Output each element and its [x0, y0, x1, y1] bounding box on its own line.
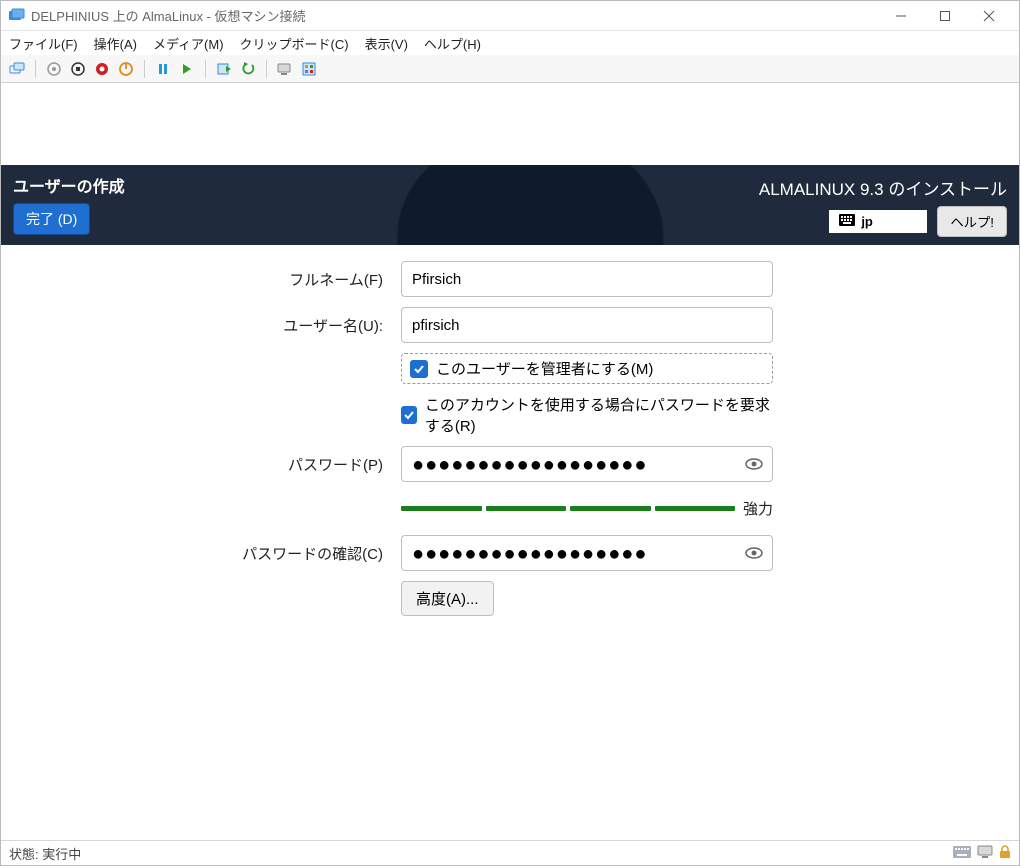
menu-file[interactable]: ファイル(F) — [9, 34, 78, 53]
close-button[interactable] — [967, 1, 1011, 31]
menu-help[interactable]: ヘルプ(H) — [424, 34, 481, 53]
require-password-label: このアカウントを使用する場合にパスワードを要求する(R) — [425, 394, 773, 436]
status-text: 状態: 実行中 — [9, 844, 81, 863]
reveal-confirm-password-icon[interactable] — [743, 542, 765, 564]
lock-tray-icon — [999, 845, 1011, 862]
toolbar-separator — [205, 60, 206, 78]
status-tray — [953, 845, 1011, 862]
shutdown-button[interactable] — [92, 59, 112, 79]
keyboard-layout-label: jp — [861, 214, 873, 229]
make-admin-label: このユーザーを管理者にする(M) — [436, 358, 653, 379]
toolbar-separator — [35, 60, 36, 78]
window-title: DELPHINIUS 上の AlmaLinux - 仮想マシン接続 — [31, 6, 306, 25]
password-input[interactable]: ●●●●●●●●●●●●●●●●●● — [401, 446, 773, 482]
confirm-password-input[interactable]: ●●●●●●●●●●●●●●●●●● — [401, 535, 773, 571]
keyboard-layout-indicator[interactable]: jp — [829, 210, 927, 233]
statusbar: 状態: 実行中 — [1, 840, 1019, 865]
start-button[interactable] — [44, 59, 64, 79]
strength-segment — [655, 506, 736, 511]
username-label: ユーザー名(U): — [31, 315, 401, 336]
menubar: ファイル(F) 操作(A) メディア(M) クリップボード(C) 表示(V) ヘ… — [1, 31, 1019, 55]
menu-view[interactable]: 表示(V) — [365, 34, 408, 53]
install-title: ALMALINUX 9.3 のインストール — [759, 175, 1007, 200]
reset-button[interactable] — [177, 59, 197, 79]
turn-off-button[interactable] — [68, 59, 88, 79]
toolbar — [1, 55, 1019, 83]
keyboard-icon — [839, 214, 855, 229]
advanced-button[interactable]: 高度(A)... — [401, 581, 494, 616]
fullname-label: フルネーム(F) — [31, 269, 401, 290]
app-icon — [9, 8, 25, 24]
save-button[interactable] — [116, 59, 136, 79]
password-strength-meter: 強力 — [401, 498, 773, 519]
enhanced-session-button[interactable] — [275, 59, 295, 79]
help-button[interactable]: ヘルプ! — [937, 206, 1007, 237]
user-form: フルネーム(F) ユーザー名(U): このユーザーを管理者にする(M) — [1, 245, 1019, 642]
checkbox-checked-icon — [410, 360, 428, 378]
menu-media[interactable]: メディア(M) — [153, 34, 224, 53]
advanced-button-label: 高度(A)... — [416, 591, 479, 608]
menu-action[interactable]: 操作(A) — [94, 34, 137, 53]
confirm-password-label: パスワードの確認(C) — [31, 543, 401, 564]
minimize-button[interactable] — [879, 1, 923, 31]
require-password-checkbox[interactable]: このアカウントを使用する場合にパスワードを要求する(R) — [401, 394, 773, 436]
make-admin-checkbox[interactable]: このユーザーを管理者にする(M) — [401, 353, 773, 384]
strength-segment — [401, 506, 482, 511]
keyboard-tray-icon — [953, 845, 971, 862]
display-tray-icon — [977, 845, 993, 862]
reveal-password-icon[interactable] — [743, 453, 765, 475]
installer-header: ユーザーの作成 完了 (D) ALMALINUX 9.3 のインストール jp … — [1, 165, 1019, 245]
strength-segment — [570, 506, 651, 511]
menu-clipboard[interactable]: クリップボード(C) — [240, 34, 349, 53]
done-button-label: 完了 (D) — [26, 211, 77, 227]
share-button[interactable] — [299, 59, 319, 79]
toolbar-separator — [266, 60, 267, 78]
checkbox-checked-icon — [401, 406, 417, 424]
username-input[interactable] — [401, 307, 773, 343]
page-title: ユーザーの作成 — [13, 173, 125, 197]
done-button[interactable]: 完了 (D) — [13, 203, 90, 235]
checkpoint-button[interactable] — [214, 59, 234, 79]
pause-button[interactable] — [153, 59, 173, 79]
maximize-button[interactable] — [923, 1, 967, 31]
hyperv-window: DELPHINIUS 上の AlmaLinux - 仮想マシン接続 ファイル(F… — [0, 0, 1020, 866]
strength-label: 強力 — [743, 498, 773, 519]
help-button-label: ヘルプ! — [950, 215, 994, 230]
revert-button[interactable] — [238, 59, 258, 79]
strength-segment — [486, 506, 567, 511]
fullname-input[interactable] — [401, 261, 773, 297]
password-label: パスワード(P) — [31, 454, 401, 475]
titlebar: DELPHINIUS 上の AlmaLinux - 仮想マシン接続 — [1, 1, 1019, 31]
ctrl-alt-del-button[interactable] — [7, 59, 27, 79]
toolbar-separator — [144, 60, 145, 78]
